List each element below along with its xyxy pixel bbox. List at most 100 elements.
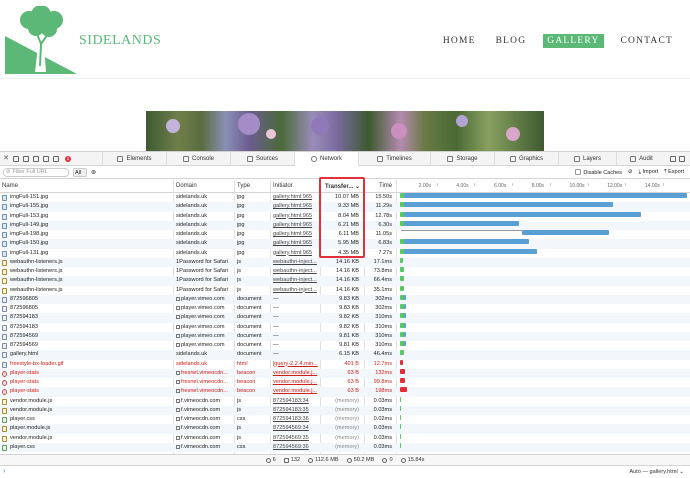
cell-initiator[interactable]: vendor.module.j...: [273, 369, 319, 378]
waterfall-bar[interactable]: [404, 331, 406, 337]
waterfall-bar[interactable]: [400, 276, 405, 282]
table-row[interactable]: player.css f.vimeocdn.com css 872594569:36 (…: [0, 442, 690, 452]
settings-gear-icon[interactable]: [679, 155, 685, 162]
cell-initiator[interactable]: gallery.html:965: [273, 202, 319, 211]
table-row[interactable]: 872596805 player.vimeo.com document — 9.83 K…: [0, 294, 690, 304]
waterfall-bar[interactable]: [404, 193, 687, 198]
waterfall-bar[interactable]: [404, 304, 406, 309]
waterfall-bar[interactable]: [404, 248, 538, 254]
tab-storage[interactable]: Storage: [430, 151, 494, 166]
waterfall-bar[interactable]: [400, 350, 404, 356]
cell-initiator[interactable]: webauthn-inject...: [273, 276, 319, 285]
waterfall-bar[interactable]: [404, 341, 406, 346]
nav-gallery[interactable]: GALLERY: [543, 34, 604, 48]
nav-contact[interactable]: CONTACT: [618, 34, 677, 48]
table-row[interactable]: 872594569 player.vimeo.com document — 9.81 K…: [0, 331, 690, 341]
tab-graphics[interactable]: Graphics: [494, 151, 558, 166]
search-icon[interactable]: [670, 155, 676, 162]
waterfall-bar[interactable]: [404, 313, 406, 319]
table-row[interactable]: 872596805 player.vimeo.com document — 9.83 K…: [0, 304, 690, 313]
waterfall-bar[interactable]: [404, 211, 641, 217]
table-row[interactable]: 872594183 player.vimeo.com document — 9.82 K…: [0, 322, 690, 332]
cell-initiator[interactable]: webauthn-inject...: [273, 267, 319, 276]
table-row[interactable]: webauthn-listeners.js 1Password for Safar…: [0, 267, 690, 276]
device-settings-icon[interactable]: [53, 155, 59, 162]
cell-initiator[interactable]: webauthn-inject...: [273, 286, 319, 295]
console-context-select[interactable]: Auto — gallery.html ⌄: [629, 469, 684, 475]
waterfall-bar[interactable]: [404, 322, 406, 328]
nav-blog[interactable]: BLOG: [493, 34, 530, 48]
waterfall-bar[interactable]: [400, 285, 404, 291]
clear-icon[interactable]: ⊘: [628, 169, 633, 175]
waterfall-bar[interactable]: [400, 267, 405, 272]
table-row[interactable]: webauthn-listeners.js 1Password for Safar…: [0, 285, 690, 295]
table-row[interactable]: player-stats fresnel.vimeocdn... beacon ven…: [0, 378, 690, 387]
waterfall-bar[interactable]: [400, 257, 404, 263]
waterfall-bar[interactable]: [400, 405, 401, 411]
waterfall-bar[interactable]: [400, 442, 401, 448]
tab-layers[interactable]: Layers: [558, 151, 616, 166]
error-count-badge[interactable]: 1: [65, 155, 71, 162]
table-row[interactable]: webauthn-listeners.js 1Password for Safar…: [0, 276, 690, 286]
cell-initiator[interactable]: 872594569:35: [273, 434, 319, 443]
tab-timelines[interactable]: Timelines: [358, 151, 430, 166]
cell-initiator[interactable]: 872594183:36: [273, 415, 319, 424]
waterfall-bar[interactable]: [521, 230, 610, 235]
cell-initiator[interactable]: gallery.html:965: [273, 239, 319, 248]
cell-initiator[interactable]: vendor.module.j...: [273, 387, 319, 396]
cell-initiator[interactable]: 872594569:36: [273, 443, 319, 452]
waterfall-bar[interactable]: [400, 396, 401, 402]
cell-initiator[interactable]: jquery-2.2.4.min...: [273, 360, 319, 369]
waterfall-bar[interactable]: [404, 239, 529, 245]
cell-initiator[interactable]: gallery.html:965: [273, 249, 319, 258]
table-row[interactable]: 872594569 player.vimeo.com document — 9.81 K…: [0, 341, 690, 350]
cell-initiator[interactable]: webauthn-inject...: [273, 258, 319, 267]
table-row[interactable]: webauthn-listeners.js 1Password for Safar…: [0, 257, 690, 267]
waterfall-bar[interactable]: [404, 220, 519, 226]
resource-type-select[interactable]: All: [73, 167, 87, 177]
table-row[interactable]: 872594183 player.vimeo.com document — 9.82 K…: [0, 313, 690, 323]
undock-icon[interactable]: [33, 155, 39, 162]
table-row[interactable]: vendor.module.js f.vimeocdn.com js 87259456…: [0, 433, 690, 443]
table-row[interactable]: player.css f.vimeocdn.com css 872594183:36 (…: [0, 415, 690, 424]
waterfall-bar[interactable]: [400, 387, 407, 393]
cell-initiator[interactable]: vendor.module.j...: [273, 378, 319, 387]
tab-network[interactable]: Network: [294, 151, 358, 166]
site-brand[interactable]: SIDELANDS: [79, 33, 161, 49]
close-icon[interactable]: ✕: [3, 155, 9, 162]
waterfall-bar[interactable]: [400, 368, 406, 374]
tab-console[interactable]: Console: [166, 151, 230, 166]
table-row[interactable]: freestyle-bx-loader.gif sidelands.uk html j…: [0, 359, 690, 369]
table-row[interactable]: player-stats fresnel.vimeocdn... beacon ven…: [0, 387, 690, 397]
cell-initiator[interactable]: gallery.html:965: [273, 221, 319, 230]
table-row[interactable]: vendor.module.js f.vimeocdn.com js 87259418…: [0, 396, 690, 406]
table-row[interactable]: gallery.html sidelands.uk document — 6.15 KB…: [0, 350, 690, 360]
filter-options-icon[interactable]: ⊛: [91, 169, 96, 176]
cell-initiator[interactable]: gallery.html:965: [273, 230, 319, 239]
dock-side-icon[interactable]: [23, 155, 29, 162]
waterfall-bar[interactable]: [400, 415, 401, 420]
waterfall-bar[interactable]: [400, 359, 404, 365]
disable-caches-toggle[interactable]: Disable Caches: [575, 168, 622, 176]
tree-logo-icon[interactable]: [5, 6, 77, 74]
gallery-banner-image[interactable]: [146, 111, 544, 151]
waterfall-bar[interactable]: [400, 378, 405, 383]
dock-bottom-icon[interactable]: [13, 155, 19, 162]
quick-console[interactable]: › Auto — gallery.html ⌄: [0, 465, 690, 478]
cell-initiator[interactable]: 872594569:34: [273, 424, 319, 433]
waterfall-bar[interactable]: [404, 202, 613, 208]
import-button[interactable]: ⤓ Import: [639, 169, 659, 176]
cell-initiator[interactable]: gallery.html:965: [273, 212, 319, 221]
cell-initiator[interactable]: gallery.html:965: [273, 193, 319, 202]
waterfall-bar[interactable]: [400, 433, 401, 439]
tab-audit[interactable]: Audit: [616, 151, 666, 166]
inspect-element-icon[interactable]: [43, 155, 49, 162]
table-row[interactable]: vendor.module.js f.vimeocdn.com js 87259418…: [0, 405, 690, 415]
filter-url-input[interactable]: ⊜ Filter Full URL: [3, 167, 69, 177]
cell-initiator[interactable]: 872594183:34: [273, 397, 319, 406]
tab-elements[interactable]: Elements: [102, 151, 166, 166]
tab-sources[interactable]: Sources: [230, 151, 294, 166]
cell-initiator[interactable]: 872594183:35: [273, 406, 319, 415]
waterfall-bar[interactable]: [404, 294, 406, 300]
export-button[interactable]: ⤒ Export: [664, 169, 684, 176]
